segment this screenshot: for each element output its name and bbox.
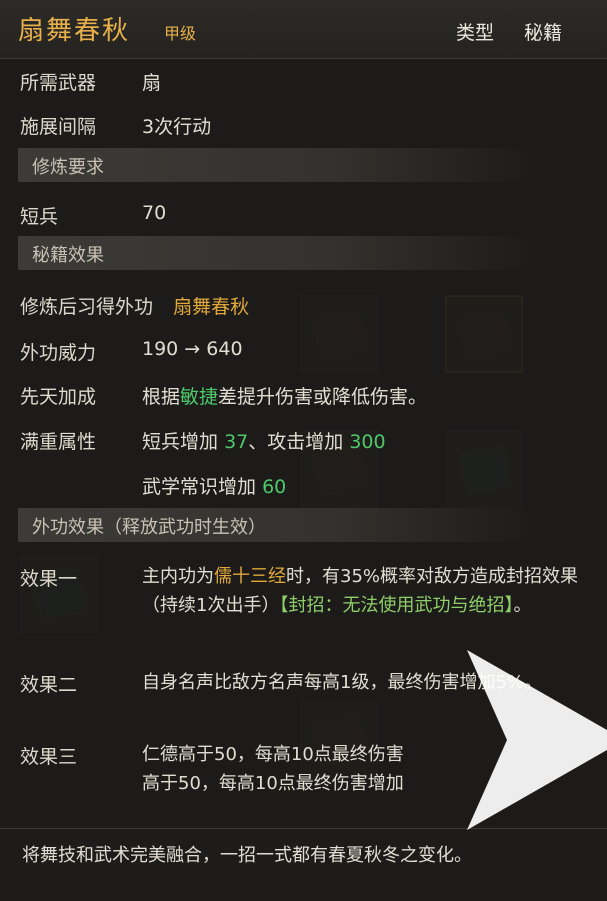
skill-req-label: 短兵 (20, 206, 59, 228)
effect1-pre: 主内功为 (142, 566, 214, 587)
item-tooltip: 扇舞春秋 甲级 类型 秘籍 所需武器 扇 施展间隔 3次行动 修炼要求 短兵 7… (0, 0, 607, 901)
full-weight-line1: 短兵增加 37、攻击增加 300 (142, 427, 386, 454)
section-training: 修炼要求 (18, 148, 538, 182)
section-book-effect: 秘籍效果 (18, 236, 538, 270)
learn-skill: 扇舞春秋 (173, 296, 250, 318)
innate-label: 先天加成 (20, 386, 97, 408)
effect1-label: 效果一 (20, 568, 78, 590)
full-line1-a-val: 37 (224, 431, 249, 453)
skill-req-value: 70 (142, 202, 167, 224)
section-book-effect-title: 秘籍效果 (32, 245, 104, 266)
effect1-end: 。 (513, 595, 532, 616)
learn-label: 修炼后习得外功 扇舞春秋 (20, 292, 249, 319)
effect3-line1: 仁德高于50，每高10点最终伤害 (142, 744, 404, 765)
interval-value: 3次行动 (142, 116, 212, 138)
item-type-label: 类型 (456, 22, 495, 44)
section-training-title: 修炼要求 (32, 157, 104, 178)
effect1-text: 主内功为儒十三经时，有35%概率对敌方造成封招效果（持续1次出手）【封招：无法使… (142, 562, 600, 620)
innate-post: 差提升伤害或降低伤害。 (218, 386, 428, 408)
effect3-text: 仁德高于50，每高10点最终伤害 高于50，每高10点最终伤害增加 (142, 740, 472, 798)
item-title: 扇舞春秋 (18, 16, 131, 46)
power-value: 190 → 640 (142, 338, 243, 360)
full-line2-a: 武学常识增加 (142, 476, 257, 498)
item-type-value: 秘籍 (524, 22, 563, 44)
full-line1-b-val: 300 (349, 431, 386, 453)
watermark-arrow-icon (467, 650, 607, 830)
effect1-highlight: 儒十三经 (214, 566, 286, 587)
effect3-line2: 高于50，每高10点最终伤害增加 (142, 773, 404, 794)
full-line2-a-val: 60 (262, 476, 287, 498)
innate-text: 根据敏捷差提升伤害或降低伤害。 (142, 382, 427, 409)
power-label: 外功威力 (20, 342, 97, 364)
tooltip-header: 扇舞春秋 甲级 类型 秘籍 (0, 0, 607, 59)
effect2-label: 效果二 (20, 674, 78, 696)
full-line1-sep: 、攻击增加 (248, 431, 344, 453)
item-description-text: 将舞技和武术完美融合，一招一式都有春夏秋冬之变化。 (22, 845, 472, 866)
section-martial-effect: 外功效果（释放武功时生效） (18, 508, 538, 542)
full-weight-line2: 武学常识增加 60 (142, 472, 286, 499)
effect3-label: 效果三 (20, 746, 78, 768)
effect1-tag: 【封招：无法使用武功与绝招】 (279, 595, 514, 616)
interval-label: 施展间隔 (20, 116, 97, 138)
section-martial-effect-title: 外功效果（释放武功时生效） (32, 517, 266, 538)
full-weight-label: 满重属性 (20, 431, 97, 453)
learn-prefix: 修炼后习得外功 (20, 296, 154, 318)
innate-attr: 敏捷 (180, 386, 219, 408)
weapon-label: 所需武器 (20, 72, 97, 94)
item-grade: 甲级 (164, 24, 197, 43)
full-line1-a: 短兵增加 (142, 431, 219, 453)
weapon-value: 扇 (142, 72, 162, 94)
innate-pre: 根据 (142, 386, 181, 408)
